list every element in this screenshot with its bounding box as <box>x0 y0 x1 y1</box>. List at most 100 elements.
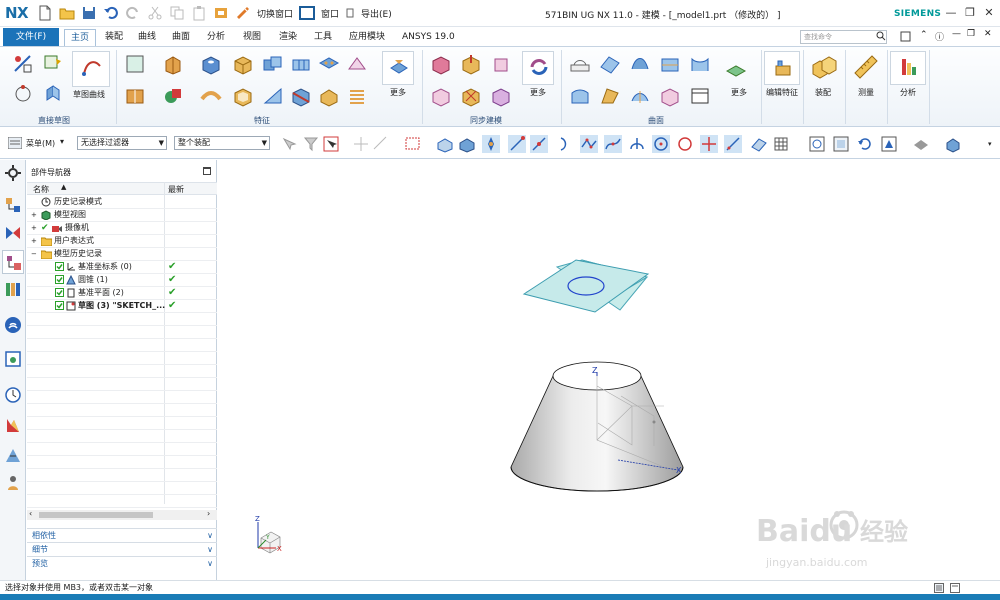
tab-curve[interactable]: 曲线 <box>132 29 162 46</box>
copy-icon[interactable] <box>169 5 185 21</box>
selection-scope-select[interactable]: 整个装配 ▼ <box>174 136 270 150</box>
window-menu[interactable]: 窗口 <box>321 7 339 20</box>
pull-face-icon[interactable] <box>460 53 482 75</box>
sketch-plane[interactable] <box>522 259 650 313</box>
history-icon[interactable] <box>4 386 22 404</box>
tree-row-camera[interactable]: + ✔ 摄像机 <box>27 222 217 235</box>
surface-mesh-icon[interactable] <box>599 53 621 75</box>
rectangle-select-icon[interactable] <box>404 135 422 153</box>
export-icon[interactable] <box>345 5 355 21</box>
checkbox-checked-icon[interactable] <box>55 288 64 297</box>
orient-view-icon[interactable] <box>880 135 898 153</box>
constraint-navigator-icon[interactable] <box>4 224 22 242</box>
tree-row-history-mode[interactable]: 历史记录模式 <box>27 196 217 209</box>
scroll-left-icon[interactable]: ‹ <box>29 509 32 518</box>
tree-row-user-expressions[interactable]: + 用户表达式 <box>27 235 217 248</box>
rotate-icon[interactable] <box>856 135 874 153</box>
patch-icon[interactable] <box>725 59 747 81</box>
command-finder-input[interactable]: 查找命令 <box>800 30 887 44</box>
finish-sketch-icon[interactable] <box>42 53 64 75</box>
maximize-panel-icon[interactable] <box>203 167 211 175</box>
new-file-icon[interactable] <box>37 5 53 21</box>
intersection-point-icon[interactable] <box>580 135 598 153</box>
feature-more-button[interactable] <box>382 51 414 85</box>
repeat-command-icon[interactable] <box>213 5 229 21</box>
extrude-sketch-icon[interactable] <box>42 83 64 105</box>
tab-applications[interactable]: 应用模块 <box>343 29 391 46</box>
cone-body[interactable] <box>510 361 684 492</box>
tree-row-sketch[interactable]: 草图 (3) "SKETCH_... ✔ <box>27 300 217 313</box>
tab-surface[interactable]: 曲面 <box>166 29 196 46</box>
bounded-plane-icon[interactable] <box>629 85 651 107</box>
window-icon[interactable] <box>299 5 316 21</box>
circle-center-icon[interactable] <box>652 135 670 153</box>
swept-surface-icon[interactable] <box>659 53 681 75</box>
checkbox-checked-icon[interactable] <box>55 262 64 271</box>
general-select-icon[interactable] <box>280 135 298 153</box>
sew-icon[interactable] <box>689 85 711 107</box>
restore-icon[interactable]: ❐ <box>963 6 977 19</box>
scroll-right-icon[interactable]: › <box>207 509 210 518</box>
accordion-preview[interactable]: 预览 ∨ <box>27 556 217 570</box>
edit-feature-button[interactable] <box>764 51 800 85</box>
assembly-button[interactable] <box>806 51 842 85</box>
toolbar-overflow-icon[interactable]: ▾ <box>988 140 992 148</box>
sweep-icon[interactable] <box>200 85 222 107</box>
touch-mode-icon[interactable] <box>235 5 251 21</box>
cut-icon[interactable] <box>147 5 163 21</box>
arc-center-icon[interactable] <box>628 135 646 153</box>
show-body-icon[interactable] <box>458 135 476 153</box>
switch-window-button[interactable]: 切换窗口 <box>257 7 293 20</box>
select-all-icon[interactable] <box>352 135 370 153</box>
transition-icon[interactable] <box>659 85 681 107</box>
column-name-header[interactable]: 名称 <box>33 184 49 195</box>
tab-ansys[interactable]: ANSYS 19.0 <box>396 29 461 46</box>
delete-face-icon[interactable] <box>460 85 482 107</box>
tab-tools[interactable]: 工具 <box>308 29 338 46</box>
select-chain-icon[interactable] <box>372 135 390 153</box>
doc-close-icon[interactable]: ✕ <box>984 29 992 39</box>
tree-row-datum-plane[interactable]: 基准平面 (2) ✔ <box>27 287 217 300</box>
open-folder-icon[interactable] <box>59 5 75 21</box>
tab-render[interactable]: 渲染 <box>273 29 303 46</box>
replace-face-icon[interactable] <box>430 85 452 107</box>
existing-point-icon[interactable] <box>700 135 718 153</box>
accordion-details[interactable]: 细节 ∨ <box>27 542 217 556</box>
thread-icon[interactable] <box>346 85 368 107</box>
point-on-line-icon[interactable] <box>724 135 742 153</box>
menu-dropdown-icon[interactable]: ▾ <box>60 137 64 146</box>
datum-plane-icon[interactable] <box>124 53 146 75</box>
pattern-icon[interactable] <box>290 53 312 75</box>
extrude-icon[interactable] <box>162 53 184 75</box>
tab-analysis[interactable]: 分析 <box>201 29 231 46</box>
boolean-icon[interactable] <box>162 85 184 107</box>
system-materials-icon[interactable] <box>4 416 22 434</box>
tree-row-model-views[interactable]: + 模型视图 <box>27 209 217 222</box>
hole-icon[interactable] <box>200 53 222 75</box>
checkbox-checked-icon[interactable] <box>55 275 64 284</box>
analysis-button[interactable] <box>890 51 926 85</box>
horizontal-scrollbar[interactable]: ‹ › <box>27 509 217 520</box>
resize-blend-icon[interactable] <box>490 85 512 107</box>
tab-home[interactable]: 主页 <box>64 29 97 46</box>
chevron-up-icon[interactable]: ⌃ <box>920 30 928 40</box>
doc-minimize-icon[interactable]: — <box>952 29 961 39</box>
selection-filter-select[interactable]: 无选择过滤器 ▼ <box>77 136 167 150</box>
part-navigator-tab[interactable] <box>2 250 24 274</box>
studio-surface-icon[interactable] <box>629 53 651 75</box>
point-on-curve-icon[interactable] <box>604 135 622 153</box>
move-face-icon[interactable] <box>430 53 452 75</box>
roles-icon[interactable] <box>4 474 22 492</box>
paste-icon[interactable] <box>191 5 207 21</box>
n-sided-surface-icon[interactable] <box>569 85 591 107</box>
show-face-icon[interactable] <box>436 135 454 153</box>
sketch-icon[interactable] <box>12 53 34 75</box>
expand-icon[interactable]: + <box>31 209 37 221</box>
tree-row-cone[interactable]: 圆锥 (1) ✔ <box>27 274 217 287</box>
undo-icon[interactable] <box>103 5 119 21</box>
face-pattern-icon[interactable] <box>318 53 340 75</box>
expand-icon[interactable]: + <box>31 222 37 234</box>
close-icon[interactable]: ✕ <box>982 6 996 19</box>
chamfer-icon[interactable] <box>318 85 340 107</box>
type-filter-icon[interactable] <box>322 135 340 153</box>
